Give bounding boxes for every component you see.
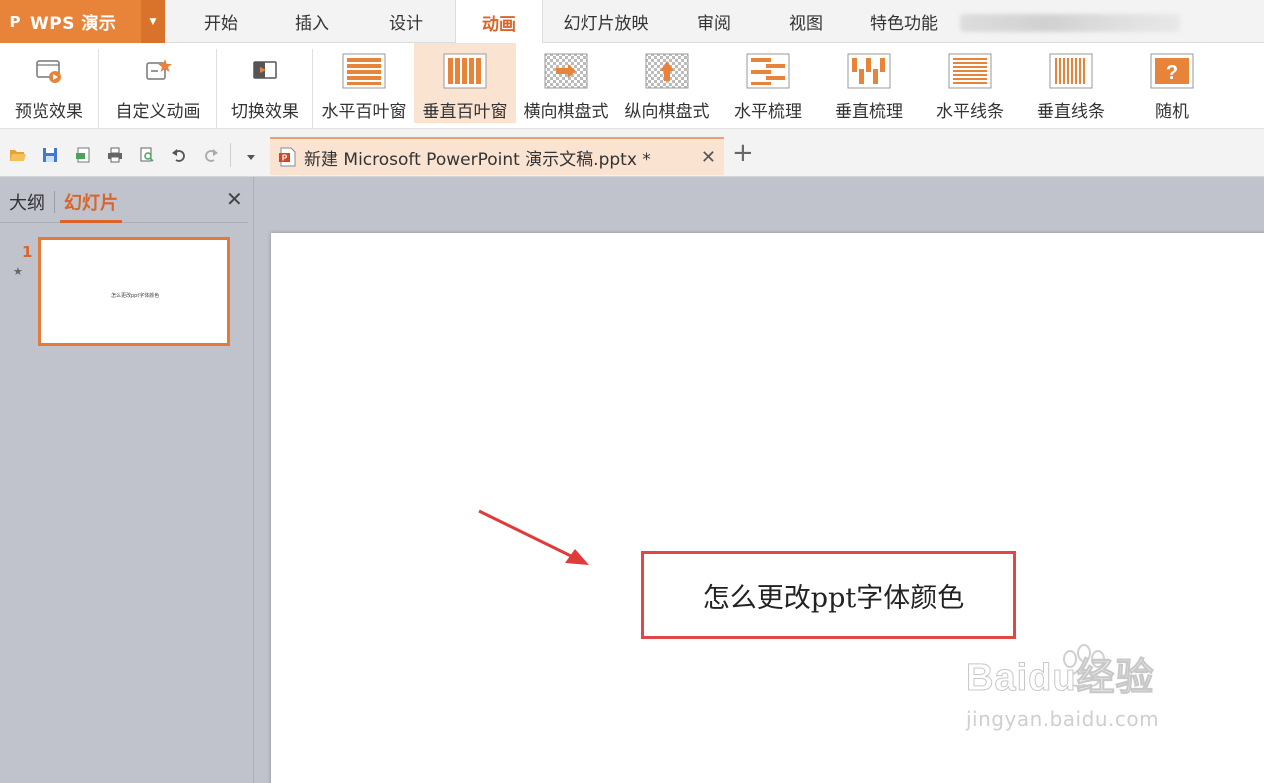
- effect-random[interactable]: ? 随机: [1122, 43, 1222, 123]
- custom-animation-icon: [144, 53, 172, 89]
- close-icon[interactable]: ✕: [226, 187, 243, 211]
- effect-vertical-lines[interactable]: 垂直线条: [1021, 43, 1121, 123]
- effect-label: 随机: [1155, 102, 1189, 122]
- preview-effect-button[interactable]: 预览效果: [8, 43, 90, 123]
- effect-horizontal-blinds[interactable]: 水平百叶窗: [314, 43, 414, 123]
- slide-number: 1: [22, 243, 33, 261]
- close-tab-icon[interactable]: ✕: [701, 147, 716, 168]
- vertical-lines-icon: [1049, 53, 1093, 89]
- app-menu-button[interactable]: P WPS 演示 ▼: [0, 0, 165, 43]
- wps-logo-icon: P: [9, 12, 21, 31]
- quick-access-toolbar: P 新建 Microsoft PowerPoint 演示文稿.pptx * ✕ …: [0, 129, 1264, 177]
- tab-design[interactable]: 设计: [367, 0, 445, 43]
- open-folder-icon[interactable]: [9, 147, 27, 163]
- undo-icon[interactable]: [170, 147, 188, 163]
- pane-tabs: 大纲 幻灯片 ✕: [0, 177, 248, 223]
- tab-slideshow[interactable]: 幻灯片放映: [555, 0, 657, 43]
- blurred-region: [960, 14, 1180, 32]
- transition-effect-button[interactable]: 切换效果: [226, 43, 304, 123]
- print-icon[interactable]: [106, 147, 124, 163]
- effect-vertical-comb[interactable]: 垂直梳理: [819, 43, 919, 123]
- pptx-file-icon: P: [278, 147, 298, 171]
- app-name: WPS 演示: [30, 14, 117, 34]
- animation-ribbon: 预览效果 自定义动画 切换效果 水平百叶窗 垂直百叶窗 横向棋盘式 纵向棋盘式 …: [0, 43, 1264, 129]
- tab-features[interactable]: 特色功能: [858, 0, 950, 43]
- new-tab-icon[interactable]: +: [732, 140, 754, 166]
- horizontal-lines-icon: [948, 53, 992, 89]
- effect-label: 垂直百叶窗: [422, 102, 508, 122]
- save-icon[interactable]: [41, 147, 59, 163]
- effect-label: 水平线条: [936, 102, 1004, 122]
- vertical-blinds-icon: [443, 53, 487, 89]
- tab-divider: [54, 191, 55, 213]
- horizontal-comb-icon: [746, 53, 790, 89]
- toolbar-divider: [230, 143, 231, 167]
- document-tab[interactable]: P 新建 Microsoft PowerPoint 演示文稿.pptx * ✕: [270, 137, 724, 175]
- active-tab-underline: [60, 220, 122, 223]
- chevron-down-icon[interactable]: [242, 149, 260, 165]
- tab-review[interactable]: 审阅: [676, 0, 752, 43]
- effect-label: 水平百叶窗: [321, 102, 407, 122]
- effect-vertical-blinds[interactable]: 垂直百叶窗: [414, 43, 516, 123]
- watermark-sub: jingyan.baidu.com: [966, 707, 1160, 731]
- print-preview-icon[interactable]: [138, 147, 156, 163]
- document-title: 新建 Microsoft PowerPoint 演示文稿.pptx *: [304, 149, 651, 170]
- effect-horizontal-checkerboard[interactable]: 横向棋盘式: [516, 43, 616, 123]
- slide-text[interactable]: 怎么更改ppt字体颜色: [703, 576, 964, 615]
- vertical-checkerboard-icon: [645, 53, 689, 89]
- effect-vertical-checkerboard[interactable]: 纵向棋盘式: [617, 43, 717, 123]
- ribbon-divider: [216, 49, 217, 129]
- effect-label: 水平梳理: [734, 102, 802, 122]
- red-arrow-annotation: [478, 509, 589, 565]
- effect-horizontal-lines[interactable]: 水平线条: [920, 43, 1020, 123]
- baidu-watermark: Baidu经验 jingyan.baidu.com: [965, 646, 1160, 732]
- random-icon: ?: [1150, 53, 1194, 89]
- menu-bar: P WPS 演示 ▼ 开始 插入 设计 动画 幻灯片放映 审阅 视图 特色功能: [0, 0, 1264, 44]
- svg-text:?: ?: [1166, 62, 1178, 84]
- custom-animation-label: 自定义动画: [115, 102, 201, 122]
- slides-pane: 大纲 幻灯片 ✕ 1 ★ 怎么更改ppt字体颜色: [0, 177, 254, 783]
- transition-effect-label: 切换效果: [231, 102, 299, 122]
- tab-insert[interactable]: 插入: [273, 0, 351, 43]
- preview-effect-label: 预览效果: [15, 102, 83, 122]
- svg-text:P: P: [282, 154, 288, 163]
- wps-presentation-window: P WPS 演示 ▼ 开始 插入 设计 动画 幻灯片放映 审阅 视图 特色功能 …: [0, 0, 1264, 783]
- effect-label: 垂直线条: [1037, 102, 1105, 122]
- dropdown-arrow-icon[interactable]: ▼: [141, 0, 165, 43]
- ribbon-divider: [312, 49, 313, 129]
- tab-outline[interactable]: 大纲: [9, 189, 45, 215]
- animation-star-icon: ★: [13, 265, 23, 278]
- custom-animation-button[interactable]: 自定义动画: [108, 43, 208, 123]
- effect-label: 垂直梳理: [835, 102, 903, 122]
- export-pdf-icon[interactable]: [74, 147, 92, 163]
- effect-label: 纵向棋盘式: [624, 102, 710, 122]
- transition-icon: [251, 53, 279, 89]
- watermark-main: Baidu经验: [965, 657, 1155, 700]
- thumbnail-text: 怎么更改ppt字体颜色: [111, 293, 160, 299]
- tab-animation[interactable]: 动画: [455, 0, 543, 44]
- horizontal-checkerboard-icon: [544, 53, 588, 89]
- slide-text-box[interactable]: 怎么更改ppt字体颜色: [641, 551, 1016, 639]
- ribbon-divider: [98, 49, 99, 129]
- tab-view[interactable]: 视图: [768, 0, 844, 43]
- tab-start[interactable]: 开始: [182, 0, 260, 43]
- effect-label: 横向棋盘式: [523, 102, 609, 122]
- preview-icon: [35, 53, 63, 89]
- tab-slides[interactable]: 幻灯片: [64, 189, 118, 215]
- horizontal-blinds-icon: [342, 53, 386, 89]
- redo-icon[interactable]: [202, 147, 220, 163]
- effect-horizontal-comb[interactable]: 水平梳理: [718, 43, 818, 123]
- vertical-comb-icon: [847, 53, 891, 89]
- slide-thumbnail[interactable]: 怎么更改ppt字体颜色: [38, 237, 230, 346]
